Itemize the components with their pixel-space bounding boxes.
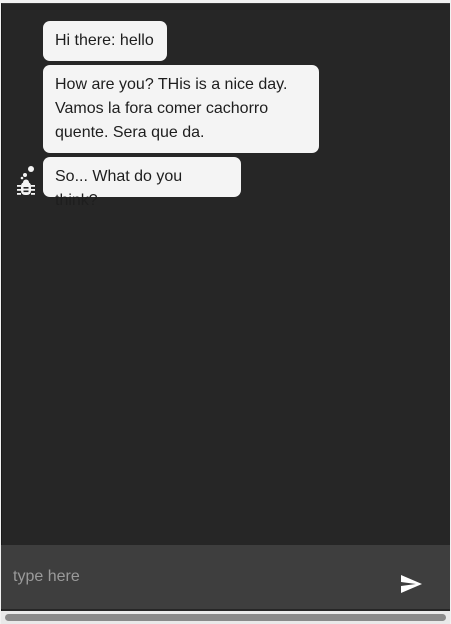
message-bubble: How are you? THis is a nice day. Vamos l…: [43, 65, 319, 153]
horizontal-scrollbar[interactable]: [1, 611, 450, 624]
message-bubble: So... What do you think?: [43, 157, 241, 209]
message-composer: [1, 545, 450, 609]
bug-icon: [17, 179, 35, 195]
message-input[interactable]: [13, 563, 383, 591]
send-button[interactable]: [399, 572, 423, 596]
message-bubble: Hi there: hello: [43, 21, 167, 61]
chat-window: Hi there: hello How are you? THis is a n…: [1, 3, 450, 611]
app-frame: Hi there: hello How are you? THis is a n…: [0, 0, 451, 624]
send-icon: [401, 575, 422, 593]
scrollbar-thumb[interactable]: [5, 614, 446, 621]
bot-avatar: [14, 164, 38, 198]
